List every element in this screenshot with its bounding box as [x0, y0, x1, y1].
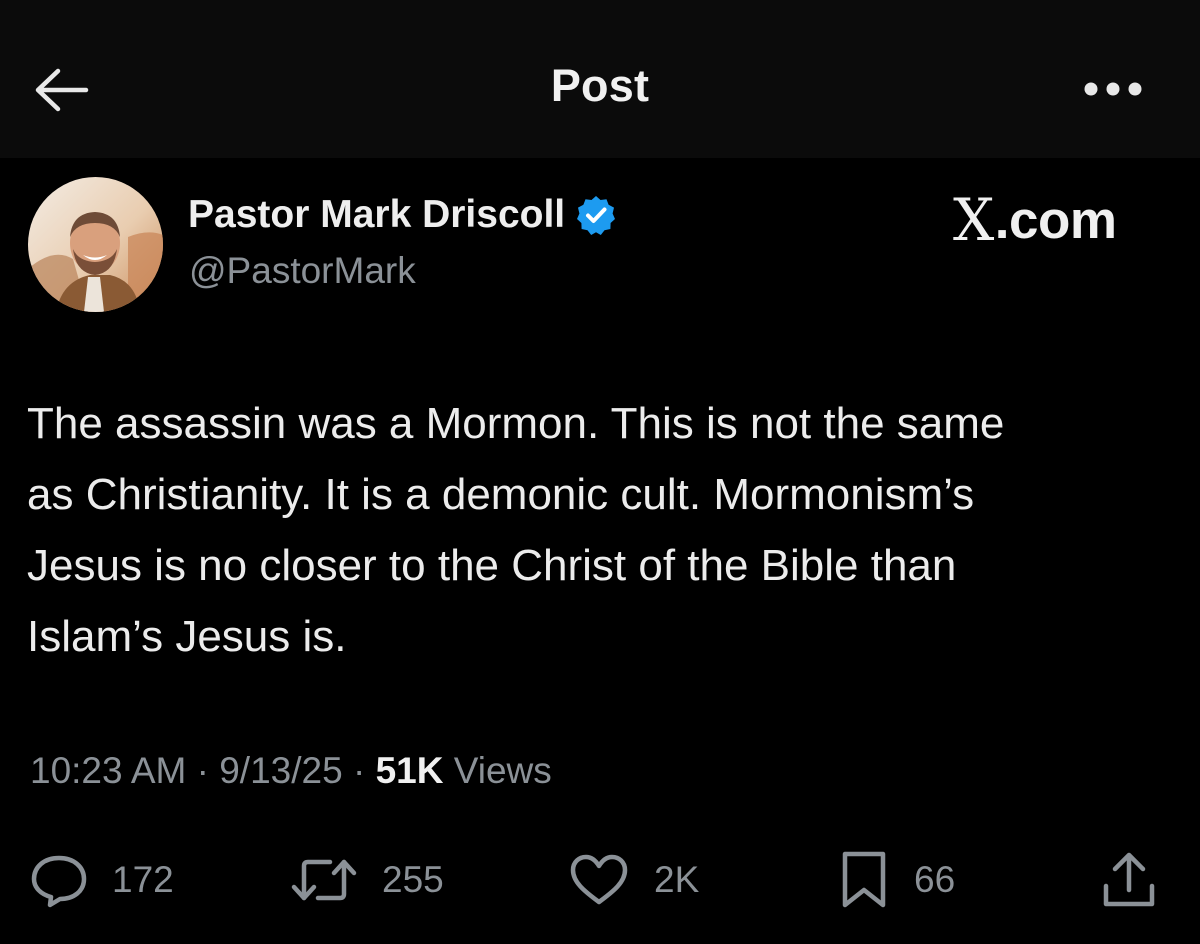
author-handle[interactable]: @PastorMark	[189, 250, 416, 292]
share-icon	[1100, 850, 1158, 910]
views-count: 51K	[375, 750, 444, 791]
post-time: 10:23 AM	[30, 750, 187, 791]
author-name[interactable]: Pastor Mark Driscoll	[188, 193, 617, 237]
like-count: 2K	[654, 859, 700, 900]
watermark-domain: .com	[994, 190, 1117, 250]
top-navigation-bar: Post	[0, 0, 1200, 158]
post-metadata: 10:23 AM · 9/13/25 · 51K Views	[30, 750, 552, 792]
avatar[interactable]	[28, 177, 163, 312]
meta-separator: ·	[352, 750, 366, 791]
bookmark-button[interactable]: 66	[838, 845, 955, 915]
like-button[interactable]: 2K	[568, 845, 699, 915]
post-date: 9/13/25	[219, 750, 343, 791]
page-title: Post	[550, 60, 650, 111]
verified-badge-icon	[575, 194, 617, 236]
author-name-text: Pastor Mark Driscoll	[188, 193, 566, 236]
meta-separator: ·	[196, 750, 209, 791]
reply-button[interactable]: 172	[30, 845, 174, 915]
bookmark-count: 66	[914, 859, 956, 900]
share-button[interactable]	[1100, 845, 1158, 915]
more-options-button[interactable]	[1080, 72, 1146, 106]
repost-button[interactable]: 255	[290, 845, 444, 915]
heart-icon	[568, 852, 630, 908]
bookmark-icon	[838, 850, 890, 910]
post-text: The assassin was a Mormon. This is not t…	[27, 399, 1005, 661]
action-bar: 172 255 2K 66	[0, 845, 1200, 915]
views-label: Views	[453, 750, 552, 791]
reply-icon	[30, 852, 88, 908]
more-horizontal-icon	[1083, 81, 1143, 97]
reply-count: 172	[112, 859, 174, 900]
x-com-watermark: X .com	[953, 186, 1117, 254]
repost-icon	[290, 852, 358, 908]
watermark-x: X	[953, 186, 994, 254]
repost-count: 255	[382, 859, 444, 900]
